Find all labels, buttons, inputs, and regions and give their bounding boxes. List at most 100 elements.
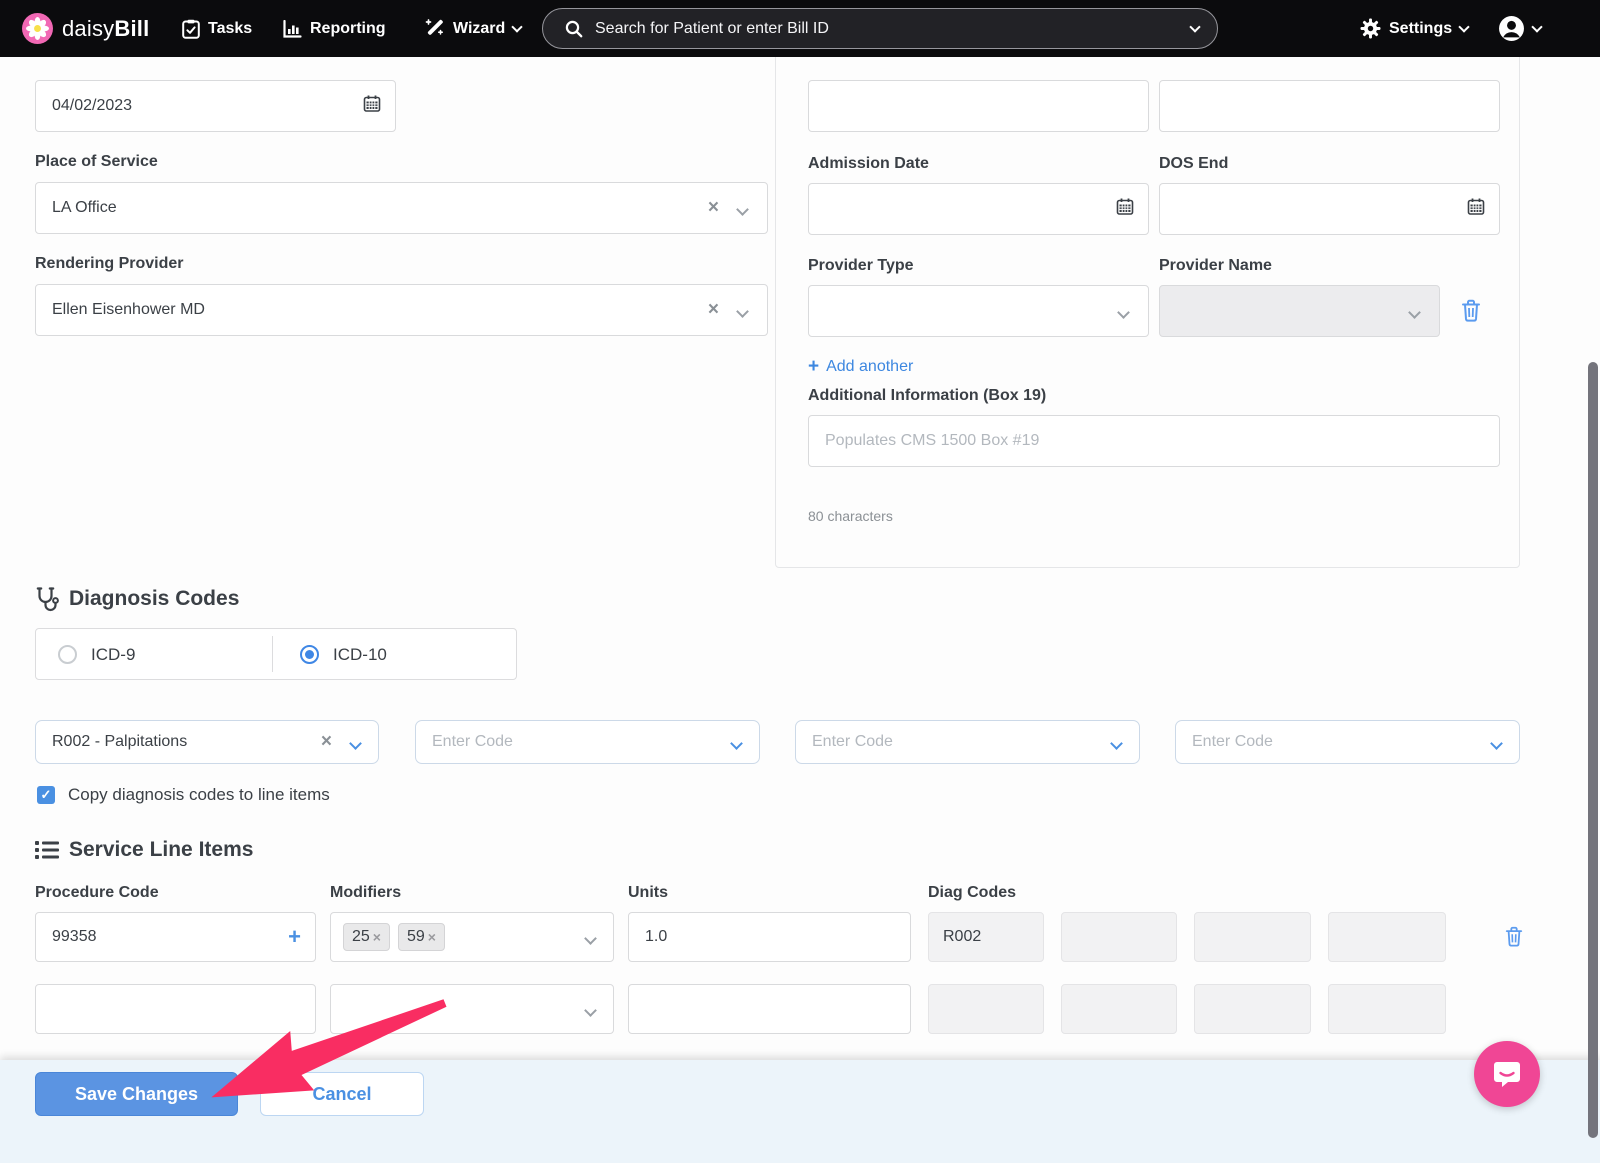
diag-code-box-row2-1[interactable] <box>928 984 1044 1034</box>
service-lines-heading-label: Service Line Items <box>69 838 253 862</box>
char-count: 80 characters <box>808 508 893 524</box>
dos-date-input[interactable] <box>52 97 379 115</box>
procedure-code-input[interactable]: + <box>35 912 316 962</box>
copy-diagnosis-label: Copy diagnosis codes to line items <box>68 785 330 805</box>
enter-code-placeholder: Enter Code <box>812 733 893 751</box>
tasks-clipboard-icon <box>182 19 200 39</box>
procedure-code-input-row2[interactable] <box>35 984 316 1034</box>
authorization-number-input[interactable] <box>808 80 1149 132</box>
nav-tasks[interactable]: Tasks <box>182 19 252 39</box>
list-icon <box>35 840 59 860</box>
brand-logo[interactable]: daisyBill <box>22 13 149 44</box>
modifier-value: 25 <box>352 928 370 946</box>
units-value[interactable] <box>645 928 894 946</box>
modifier-tag[interactable]: 59× <box>398 923 445 951</box>
nav-user-menu[interactable] <box>1498 15 1541 42</box>
admission-date-field[interactable] <box>808 183 1149 235</box>
provider-type-label: Provider Type <box>808 257 914 275</box>
chevron-down-icon[interactable] <box>736 305 749 318</box>
brand-name: daisyBill <box>62 16 149 42</box>
place-of-service-value: LA Office <box>52 199 117 217</box>
modifier-tag[interactable]: 25× <box>343 923 390 951</box>
rendering-provider-value: Ellen Eisenhower MD <box>52 301 205 319</box>
calendar-icon[interactable] <box>1467 198 1485 221</box>
units-input-row2[interactable] <box>628 984 911 1034</box>
diagnosis-code-select-2[interactable]: Enter Code <box>415 720 760 764</box>
nav-settings[interactable]: Settings <box>1360 18 1468 39</box>
diagnosis-heading-label: Diagnosis Codes <box>69 587 239 611</box>
units-input[interactable] <box>628 912 911 962</box>
dos-end-field[interactable] <box>1159 183 1500 235</box>
remove-modifier-icon[interactable]: × <box>373 929 381 945</box>
clear-icon[interactable]: × <box>321 732 332 752</box>
diagnosis-code-select-3[interactable]: Enter Code <box>795 720 1140 764</box>
procedure-code-value[interactable] <box>52 928 299 946</box>
modifiers-select-row2[interactable] <box>330 984 614 1034</box>
chevron-down-icon[interactable] <box>730 737 743 750</box>
chevron-down-icon[interactable] <box>736 203 749 216</box>
provider-type-select[interactable] <box>808 285 1149 337</box>
save-changes-button[interactable]: Save Changes <box>35 1072 238 1116</box>
clear-icon[interactable]: × <box>708 198 719 218</box>
chevron-down-icon[interactable] <box>349 737 362 750</box>
plus-icon: + <box>808 357 819 376</box>
chevron-down-icon[interactable] <box>584 1004 597 1017</box>
add-another-label: Add another <box>826 358 913 376</box>
chevron-down-icon[interactable] <box>1110 737 1123 750</box>
chat-widget-button[interactable] <box>1474 1041 1540 1107</box>
nav-reporting[interactable]: Reporting <box>283 20 386 38</box>
calendar-icon[interactable] <box>1116 198 1134 221</box>
delete-line-trash-icon[interactable] <box>1505 926 1523 952</box>
diagnosis-code-1-value: R002 - Palpitations <box>52 733 187 751</box>
diag-code-box-3[interactable] <box>1194 912 1311 962</box>
add-procedure-plus-icon[interactable]: + <box>288 924 301 950</box>
gear-icon <box>1360 18 1381 39</box>
diag-code-value: R002 <box>943 928 981 946</box>
calendar-icon[interactable] <box>363 95 381 118</box>
diagnosis-code-select-1[interactable]: R002 - Palpitations × <box>35 720 379 764</box>
clear-icon[interactable]: × <box>708 300 719 320</box>
global-search-input[interactable]: Search for Patient or enter Bill ID <box>542 8 1218 49</box>
remove-modifier-icon[interactable]: × <box>428 929 436 945</box>
practice-bill-id-input[interactable] <box>1159 80 1500 132</box>
add-another-link[interactable]: + Add another <box>808 357 913 376</box>
diag-code-box-1[interactable]: R002 <box>928 912 1044 962</box>
scrollbar-thumb[interactable] <box>1588 362 1598 1138</box>
diag-code-box-row2-2[interactable] <box>1061 984 1177 1034</box>
nav-tasks-label: Tasks <box>208 20 252 38</box>
wizard-wand-icon <box>425 19 445 39</box>
rendering-provider-select[interactable]: Ellen Eisenhower MD × <box>35 284 768 336</box>
icd10-label: ICD-10 <box>333 645 387 665</box>
stethoscope-icon <box>35 586 59 612</box>
diag-code-box-4[interactable] <box>1328 912 1446 962</box>
search-placeholder: Search for Patient or enter Bill ID <box>595 20 1191 38</box>
chevron-down-icon[interactable] <box>584 932 597 945</box>
diag-code-box-2[interactable] <box>1061 912 1177 962</box>
chevron-down-icon[interactable] <box>1117 306 1130 319</box>
search-icon <box>565 20 583 38</box>
admission-date-label: Admission Date <box>808 155 929 173</box>
additional-info-placeholder: Populates CMS 1500 Box #19 <box>825 432 1039 450</box>
chevron-down-icon <box>512 21 523 32</box>
modifiers-select[interactable]: 25× 59× <box>330 912 614 962</box>
diag-code-box-row2-3[interactable] <box>1194 984 1311 1034</box>
dos-end-label: DOS End <box>1159 155 1228 173</box>
additional-info-input[interactable]: Populates CMS 1500 Box #19 <box>808 415 1500 467</box>
nav-wizard[interactable]: Wizard <box>425 19 521 39</box>
place-of-service-select[interactable]: LA Office × <box>35 182 768 234</box>
copy-diagnosis-checkbox[interactable]: ✓ <box>37 786 55 804</box>
diagnosis-codes-heading: Diagnosis Codes <box>35 586 239 612</box>
dos-date-field[interactable] <box>35 80 396 132</box>
settings-chevron-down-icon <box>1458 21 1469 32</box>
nav-settings-label: Settings <box>1389 20 1452 38</box>
icd10-radio[interactable] <box>300 645 319 664</box>
chevron-down-icon[interactable] <box>1490 737 1503 750</box>
icd9-radio[interactable] <box>58 645 77 664</box>
diagnosis-code-select-4[interactable]: Enter Code <box>1175 720 1520 764</box>
action-footer: Save Changes Cancel <box>0 1060 1600 1163</box>
chevron-down-icon <box>1408 306 1421 319</box>
enter-code-placeholder: Enter Code <box>1192 733 1273 751</box>
diag-code-box-row2-4[interactable] <box>1328 984 1446 1034</box>
delete-provider-trash-icon[interactable] <box>1461 299 1481 327</box>
cancel-button[interactable]: Cancel <box>260 1072 424 1116</box>
